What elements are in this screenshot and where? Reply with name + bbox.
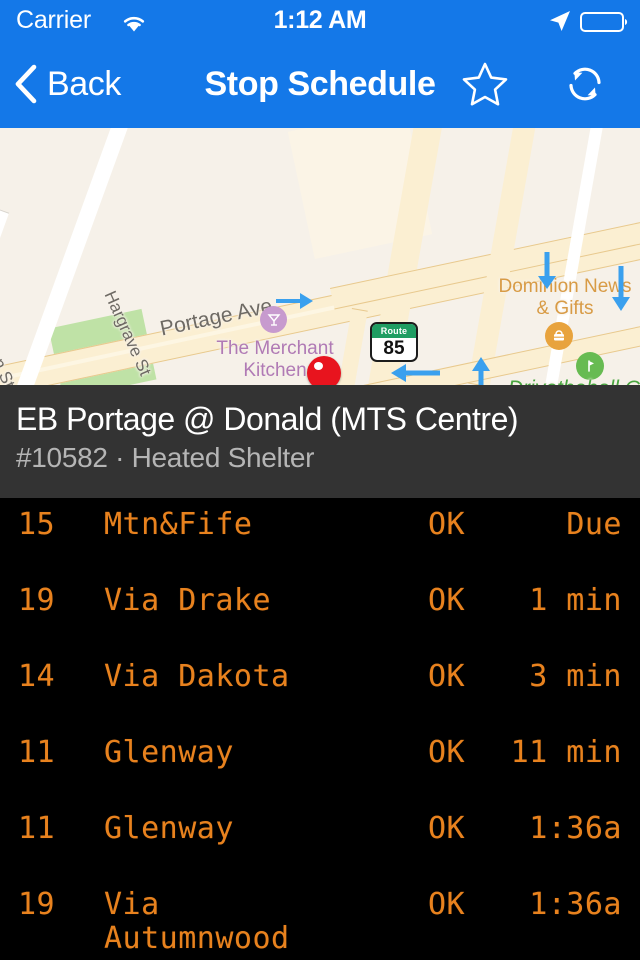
map-pin-icon[interactable] <box>307 356 341 385</box>
departure-row[interactable]: 11 Glenway OK 11 min <box>0 726 640 802</box>
navigation-bar: Back Stop Schedule <box>0 40 640 128</box>
battery-icon <box>580 12 628 32</box>
location-arrow-icon <box>550 11 570 31</box>
golf-flag-icon <box>576 352 604 380</box>
poi-label-drivetheball: Drivetheball.C <box>508 378 640 386</box>
departure-time: Due <box>470 508 622 542</box>
direction-arrow-icon <box>276 293 313 309</box>
departures-board: 15 Mtn&Fife OK Due 19 Via Drake OK 1 min 14 Via D… <box>0 498 640 960</box>
departure-row[interactable]: 11 Glenway OK 1:36a <box>0 802 640 878</box>
departure-time: 11 min <box>470 736 622 770</box>
route-shield: Route 85 <box>370 322 418 362</box>
departure-row[interactable]: 14 Via Dakota OK 3 min <box>0 650 640 726</box>
departure-destination: Via Dakota <box>104 660 404 694</box>
route-shield-number: 85 <box>383 337 405 359</box>
departure-time: 1:36a <box>470 812 622 846</box>
status-bar: Carrier 1:12 AM <box>0 0 640 40</box>
departure-destination: Mtn&Fife <box>104 508 404 542</box>
direction-arrow-icon <box>538 252 556 289</box>
route-shield-banner: Route <box>372 324 416 338</box>
departure-row[interactable]: 15 Mtn&Fife OK Due <box>0 498 640 574</box>
departure-destination: Glenway <box>104 812 404 846</box>
departure-row[interactable]: 19 Via Drake OK 1 min <box>0 574 640 650</box>
map-pin-head <box>307 356 341 385</box>
stop-meta: #10582 · Heated Shelter <box>16 442 315 473</box>
departure-time: 3 min <box>470 660 622 694</box>
departure-destination: Glenway <box>104 736 404 770</box>
refresh-icon <box>569 67 601 101</box>
departure-time: 1 min <box>470 584 622 618</box>
favorite-button[interactable] <box>452 40 518 128</box>
departure-time: 1:36a <box>470 888 622 922</box>
direction-arrow-icon <box>472 357 490 385</box>
departure-row[interactable]: 19 Via Autumnwood OK 1:36a <box>0 878 640 956</box>
direction-arrow-icon <box>391 364 440 382</box>
page-title: Stop Schedule <box>204 64 436 103</box>
map-view[interactable]: Hargrave St Carlton St Portage Ave DOWNT… <box>0 128 640 385</box>
departure-route: 11 <box>18 736 96 770</box>
departure-route: 19 <box>18 584 96 618</box>
clock-label: 1:12 AM <box>273 6 367 34</box>
refresh-button[interactable] <box>552 40 618 128</box>
star-outline-icon <box>462 62 508 106</box>
departure-destination: Via Drake <box>104 584 404 618</box>
stop-info-bar: EB Portage @ Donald (MTS Centre) #10582 … <box>0 385 640 498</box>
direction-arrow-icon <box>612 266 630 311</box>
departure-route: 11 <box>18 812 96 846</box>
shopping-bag-icon <box>545 322 573 350</box>
stop-name: EB Portage @ Donald (MTS Centre) <box>16 401 519 437</box>
departure-route: 15 <box>18 508 96 542</box>
departure-route: 19 <box>18 888 96 922</box>
departure-destination: Via Autumnwood <box>104 888 404 956</box>
map-pin-gloss <box>314 362 323 370</box>
departure-route: 14 <box>18 660 96 694</box>
